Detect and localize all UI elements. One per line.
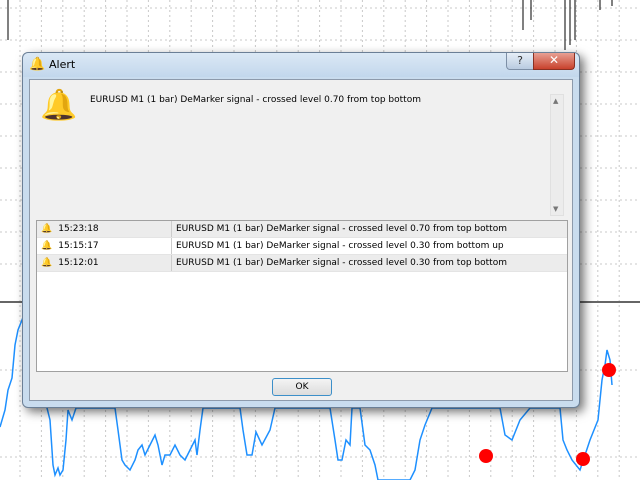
message-scrollbar[interactable]: ▲ ▼	[550, 94, 564, 216]
alert-time: 15:12:01	[58, 258, 99, 268]
alert-text: EURUSD M1 (1 bar) DeMarker signal - cros…	[176, 224, 507, 234]
alert-message: EURUSD M1 (1 bar) DeMarker signal - cros…	[90, 95, 421, 105]
alert-text: EURUSD M1 (1 bar) DeMarker signal - cros…	[176, 241, 504, 251]
alert-time: 15:15:17	[58, 241, 99, 251]
alert-history-list: 🔔 15:23:18 EURUSD M1 (1 bar) DeMarker sign…	[36, 220, 568, 372]
signal-dot	[576, 452, 590, 466]
table-row[interactable]: 🔔 15:23:18 EURUSD M1 (1 bar) DeMarker sign…	[37, 221, 567, 238]
close-button[interactable]: ✕	[533, 53, 575, 70]
bell-icon: 🔔	[41, 241, 53, 251]
alert-text: EURUSD M1 (1 bar) DeMarker signal - cros…	[176, 258, 507, 268]
bell-icon: 🔔	[29, 57, 46, 72]
table-row[interactable]: 🔔 15:15:17 EURUSD M1 (1 bar) DeMarker sign…	[37, 238, 567, 255]
bell-icon: 🔔	[41, 258, 53, 268]
table-row[interactable]: 🔔 15:12:01 EURUSD M1 (1 bar) DeMarker sign…	[37, 255, 567, 272]
ok-button[interactable]: OK	[272, 378, 332, 396]
signal-dot	[602, 363, 616, 377]
alert-dialog: 🔔 Alert ? ✕ 🔔 EURUSD M1 (1 bar) DeMarker…	[22, 52, 580, 408]
title-bar[interactable]: 🔔 Alert ? ✕	[23, 53, 579, 77]
bell-icon: 🔔	[41, 224, 53, 234]
dialog-title: Alert	[49, 58, 76, 71]
bell-icon: 🔔	[40, 88, 78, 123]
signal-dot	[479, 449, 493, 463]
message-area: 🔔 EURUSD M1 (1 bar) DeMarker signal - cr…	[34, 84, 568, 216]
alert-time: 15:23:18	[58, 224, 99, 234]
help-button[interactable]: ?	[506, 53, 534, 70]
dialog-body: 🔔 EURUSD M1 (1 bar) DeMarker signal - cr…	[29, 79, 573, 401]
